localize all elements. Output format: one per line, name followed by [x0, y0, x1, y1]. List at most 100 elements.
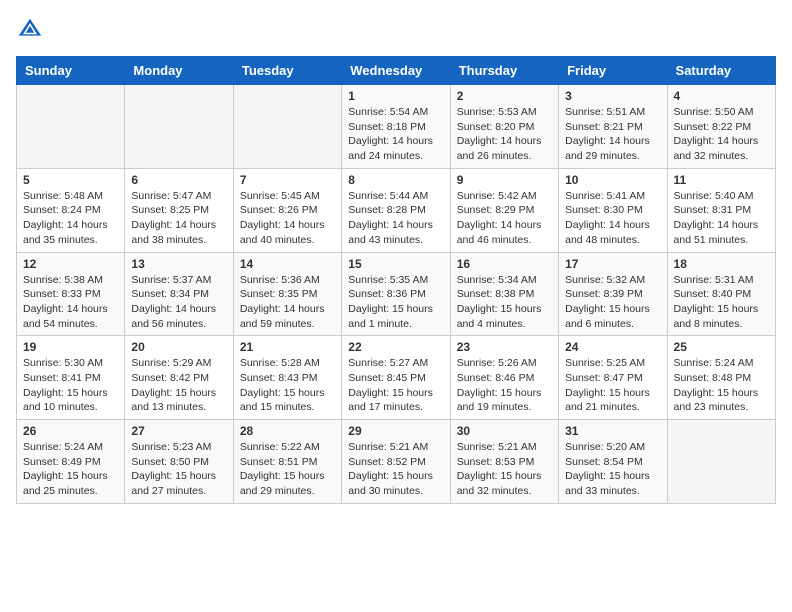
- calendar-cell: 31 Sunrise: 5:20 AMSunset: 8:54 PMDayligh…: [559, 420, 667, 504]
- calendar-cell: 26 Sunrise: 5:24 AMSunset: 8:49 PMDayligh…: [17, 420, 125, 504]
- calendar-week-2: 5 Sunrise: 5:48 AMSunset: 8:24 PMDaylight…: [17, 168, 776, 252]
- weekday-header-sunday: Sunday: [17, 57, 125, 85]
- day-number: 22: [348, 340, 443, 354]
- day-number: 17: [565, 257, 660, 271]
- day-info: Sunrise: 5:32 AMSunset: 8:39 PMDaylight:…: [565, 273, 660, 332]
- calendar-cell: 9 Sunrise: 5:42 AMSunset: 8:29 PMDaylight…: [450, 168, 558, 252]
- day-number: 19: [23, 340, 118, 354]
- day-info: Sunrise: 5:42 AMSunset: 8:29 PMDaylight:…: [457, 189, 552, 248]
- day-info: Sunrise: 5:40 AMSunset: 8:31 PMDaylight:…: [674, 189, 769, 248]
- calendar-cell: 19 Sunrise: 5:30 AMSunset: 8:41 PMDayligh…: [17, 336, 125, 420]
- day-number: 4: [674, 89, 769, 103]
- day-info: Sunrise: 5:26 AMSunset: 8:46 PMDaylight:…: [457, 356, 552, 415]
- calendar-cell: 10Sunrise: 5:41 AMSunset: 8:30 PMDayligh…: [559, 168, 667, 252]
- calendar-cell: [233, 85, 341, 169]
- calendar-table: SundayMondayTuesdayWednesdayThursdayFrid…: [16, 56, 776, 504]
- calendar-cell: 1 Sunrise: 5:54 AMSunset: 8:18 PMDaylight…: [342, 85, 450, 169]
- day-info: Sunrise: 5:50 AMSunset: 8:22 PMDaylight:…: [674, 105, 769, 164]
- day-number: 25: [674, 340, 769, 354]
- day-info: Sunrise: 5:45 AMSunset: 8:26 PMDaylight:…: [240, 189, 335, 248]
- weekday-header-thursday: Thursday: [450, 57, 558, 85]
- calendar-cell: 15Sunrise: 5:35 AMSunset: 8:36 PMDayligh…: [342, 252, 450, 336]
- day-info: Sunrise: 5:34 AMSunset: 8:38 PMDaylight:…: [457, 273, 552, 332]
- day-number: 29: [348, 424, 443, 438]
- weekday-header-saturday: Saturday: [667, 57, 775, 85]
- day-number: 21: [240, 340, 335, 354]
- day-number: 14: [240, 257, 335, 271]
- calendar-cell: 13 Sunrise: 5:37 AMSunset: 8:34 PMDayligh…: [125, 252, 233, 336]
- calendar-cell: 8 Sunrise: 5:44 AMSunset: 8:28 PMDaylight…: [342, 168, 450, 252]
- day-number: 18: [674, 257, 769, 271]
- day-info: Sunrise: 5:23 AMSunset: 8:50 PMDaylight:…: [131, 440, 226, 499]
- day-number: 7: [240, 173, 335, 187]
- calendar-cell: 28 Sunrise: 5:22 AMSunset: 8:51 PMDayligh…: [233, 420, 341, 504]
- weekday-header-friday: Friday: [559, 57, 667, 85]
- weekday-header-tuesday: Tuesday: [233, 57, 341, 85]
- day-info: Sunrise: 5:24 AMSunset: 8:49 PMDaylight:…: [23, 440, 118, 499]
- day-info: Sunrise: 5:44 AMSunset: 8:28 PMDaylight:…: [348, 189, 443, 248]
- weekday-header-row: SundayMondayTuesdayWednesdayThursdayFrid…: [17, 57, 776, 85]
- calendar-cell: 18 Sunrise: 5:31 AMSunset: 8:40 PMDayligh…: [667, 252, 775, 336]
- calendar-cell: 2 Sunrise: 5:53 AMSunset: 8:20 PMDaylight…: [450, 85, 558, 169]
- day-number: 31: [565, 424, 660, 438]
- day-info: Sunrise: 5:29 AMSunset: 8:42 PMDaylight:…: [131, 356, 226, 415]
- day-info: Sunrise: 5:24 AMSunset: 8:48 PMDaylight:…: [674, 356, 769, 415]
- calendar-cell: 22 Sunrise: 5:27 AMSunset: 8:45 PMDayligh…: [342, 336, 450, 420]
- day-info: Sunrise: 5:38 AMSunset: 8:33 PMDaylight:…: [23, 273, 118, 332]
- day-number: 2: [457, 89, 552, 103]
- calendar-cell: 24 Sunrise: 5:25 AMSunset: 8:47 PMDayligh…: [559, 336, 667, 420]
- day-info: Sunrise: 5:28 AMSunset: 8:43 PMDaylight:…: [240, 356, 335, 415]
- day-info: Sunrise: 5:48 AMSunset: 8:24 PMDaylight:…: [23, 189, 118, 248]
- weekday-header-monday: Monday: [125, 57, 233, 85]
- calendar-cell: [125, 85, 233, 169]
- day-number: 13: [131, 257, 226, 271]
- day-info: Sunrise: 5:25 AMSunset: 8:47 PMDaylight:…: [565, 356, 660, 415]
- calendar-cell: 27 Sunrise: 5:23 AMSunset: 8:50 PMDayligh…: [125, 420, 233, 504]
- day-info: Sunrise: 5:27 AMSunset: 8:45 PMDaylight:…: [348, 356, 443, 415]
- calendar-cell: [17, 85, 125, 169]
- day-number: 1: [348, 89, 443, 103]
- day-number: 28: [240, 424, 335, 438]
- calendar-week-4: 19 Sunrise: 5:30 AMSunset: 8:41 PMDayligh…: [17, 336, 776, 420]
- calendar-cell: [667, 420, 775, 504]
- calendar-cell: 21 Sunrise: 5:28 AMSunset: 8:43 PMDayligh…: [233, 336, 341, 420]
- page-header: [16, 16, 776, 44]
- calendar-cell: 12 Sunrise: 5:38 AMSunset: 8:33 PMDayligh…: [17, 252, 125, 336]
- calendar-body: 1 Sunrise: 5:54 AMSunset: 8:18 PMDaylight…: [17, 85, 776, 504]
- day-info: Sunrise: 5:22 AMSunset: 8:51 PMDaylight:…: [240, 440, 335, 499]
- calendar-cell: 17 Sunrise: 5:32 AMSunset: 8:39 PMDayligh…: [559, 252, 667, 336]
- day-number: 16: [457, 257, 552, 271]
- calendar-cell: 25 Sunrise: 5:24 AMSunset: 8:48 PMDayligh…: [667, 336, 775, 420]
- day-info: Sunrise: 5:21 AMSunset: 8:52 PMDaylight:…: [348, 440, 443, 499]
- day-number: 30: [457, 424, 552, 438]
- calendar-cell: 4 Sunrise: 5:50 AMSunset: 8:22 PMDaylight…: [667, 85, 775, 169]
- calendar-header: SundayMondayTuesdayWednesdayThursdayFrid…: [17, 57, 776, 85]
- day-number: 12: [23, 257, 118, 271]
- calendar-cell: 7 Sunrise: 5:45 AMSunset: 8:26 PMDaylight…: [233, 168, 341, 252]
- day-info: Sunrise: 5:53 AMSunset: 8:20 PMDaylight:…: [457, 105, 552, 164]
- calendar-week-5: 26 Sunrise: 5:24 AMSunset: 8:49 PMDayligh…: [17, 420, 776, 504]
- day-number: 8: [348, 173, 443, 187]
- calendar-cell: 20Sunrise: 5:29 AMSunset: 8:42 PMDayligh…: [125, 336, 233, 420]
- day-number: 11: [674, 173, 769, 187]
- day-number: 27: [131, 424, 226, 438]
- day-number: 9: [457, 173, 552, 187]
- day-number: 5: [23, 173, 118, 187]
- calendar-cell: 5 Sunrise: 5:48 AMSunset: 8:24 PMDaylight…: [17, 168, 125, 252]
- calendar-cell: 6 Sunrise: 5:47 AMSunset: 8:25 PMDaylight…: [125, 168, 233, 252]
- day-number: 24: [565, 340, 660, 354]
- calendar-cell: 3 Sunrise: 5:51 AMSunset: 8:21 PMDaylight…: [559, 85, 667, 169]
- calendar-cell: 11 Sunrise: 5:40 AMSunset: 8:31 PMDayligh…: [667, 168, 775, 252]
- day-info: Sunrise: 5:20 AMSunset: 8:54 PMDaylight:…: [565, 440, 660, 499]
- day-info: Sunrise: 5:30 AMSunset: 8:41 PMDaylight:…: [23, 356, 118, 415]
- day-number: 26: [23, 424, 118, 438]
- day-info: Sunrise: 5:37 AMSunset: 8:34 PMDaylight:…: [131, 273, 226, 332]
- day-info: Sunrise: 5:51 AMSunset: 8:21 PMDaylight:…: [565, 105, 660, 164]
- day-info: Sunrise: 5:47 AMSunset: 8:25 PMDaylight:…: [131, 189, 226, 248]
- day-number: 23: [457, 340, 552, 354]
- day-info: Sunrise: 5:31 AMSunset: 8:40 PMDaylight:…: [674, 273, 769, 332]
- calendar-cell: 23 Sunrise: 5:26 AMSunset: 8:46 PMDayligh…: [450, 336, 558, 420]
- day-number: 3: [565, 89, 660, 103]
- day-number: 6: [131, 173, 226, 187]
- day-info: Sunrise: 5:54 AMSunset: 8:18 PMDaylight:…: [348, 105, 443, 164]
